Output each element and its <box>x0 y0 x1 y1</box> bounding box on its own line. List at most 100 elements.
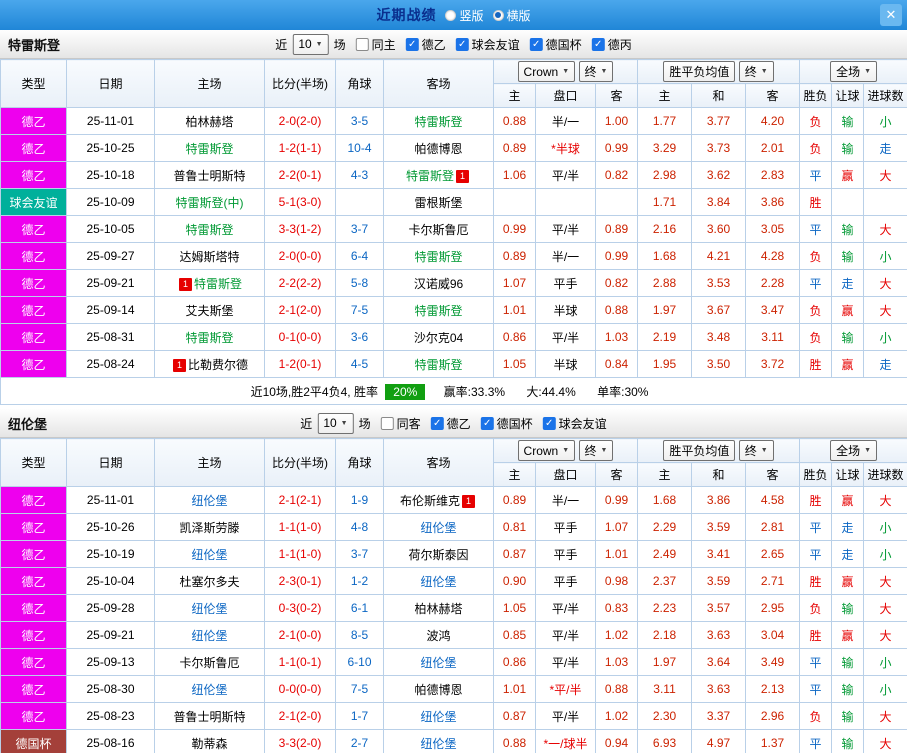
europe-draw-odds: 3.48 <box>691 323 747 351</box>
section-away-team: 纽伦堡 近 10 ▼ 场同客 ✓ 德乙 ✓ 德国杯 ✓ 球会友谊 类型 日期 主场 比分(半场) … <box>0 409 907 753</box>
team-link[interactable]: 特雷斯登 <box>185 223 233 237</box>
filter-checkbox[interactable]: ✓ 德丙 <box>591 36 632 53</box>
games-label: 场 <box>358 416 371 431</box>
fullmatch-select[interactable]: 全场 ▼ <box>830 440 878 461</box>
handicap-result: 输 <box>831 134 865 162</box>
team-link[interactable]: 布伦斯维克 <box>400 494 460 508</box>
team-link[interactable]: 柏林赫塔 <box>185 115 233 129</box>
asia-home-odds: 1.07 <box>493 269 536 297</box>
home-team: 纽伦堡 <box>154 621 265 649</box>
filter-label: 球会友谊 <box>471 37 520 52</box>
match-count-select[interactable]: 10 ▼ <box>317 412 354 434</box>
team-link[interactable]: 纽伦堡 <box>191 683 227 697</box>
win-draw-loss-result: 平 <box>799 648 833 676</box>
odds-company-select[interactable]: Crown ▼ <box>517 440 576 462</box>
team-link[interactable]: 特雷斯登 <box>414 115 462 129</box>
europe-away-odds: 2.95 <box>745 594 801 622</box>
checkbox-checked-icon: ✓ <box>455 37 469 51</box>
goals-over-under-result: 大 <box>863 486 907 514</box>
team-link[interactable]: 特雷斯登 <box>194 277 242 291</box>
match-row: 德乙 25-09-13 卡尔斯鲁厄 1-1(0-1) 6-10 纽伦堡 0.86 平/半 1.0… <box>0 648 907 676</box>
team-link[interactable]: 沙尔克04 <box>414 331 463 345</box>
team-link[interactable]: 普鲁士明斯特 <box>173 169 245 183</box>
match-date: 25-10-26 <box>66 513 155 541</box>
asia-home-odds <box>493 188 536 216</box>
team-link[interactable]: 比勒费尔德 <box>188 358 248 372</box>
team-link[interactable]: 特雷斯登 <box>414 358 462 372</box>
team-link[interactable]: 特雷斯登 <box>406 169 454 183</box>
europe-draw-odds: 3.57 <box>691 594 747 622</box>
layout-radio-horizontal[interactable]: 横版 <box>492 7 531 24</box>
match-count-select[interactable]: 10 ▼ <box>292 33 329 55</box>
filter-checkbox[interactable]: ✓ 德国杯 <box>529 36 582 53</box>
team-link[interactable]: 纽伦堡 <box>420 737 456 751</box>
asia-away-odds: 0.82 <box>594 269 639 297</box>
asia-handicap: 平/半 <box>535 323 596 351</box>
europe-home-odds: 1.97 <box>637 296 693 324</box>
europe-home-odds: 1.68 <box>637 486 693 514</box>
team-link[interactable]: 杜塞尔多夫 <box>179 575 239 589</box>
goals-over-under-result: 大 <box>863 621 907 649</box>
goals-over-under-result: 大 <box>863 702 907 730</box>
filter-checkbox[interactable]: 同客 <box>380 415 421 432</box>
team-link[interactable]: 卡尔斯鲁厄 <box>408 223 468 237</box>
team-link[interactable]: 特雷斯登 <box>414 304 462 318</box>
team-link[interactable]: 特雷斯登 <box>414 250 462 264</box>
home-team: 普鲁士明斯特 <box>154 161 265 189</box>
team-link[interactable]: 柏林赫塔 <box>414 602 462 616</box>
team-link[interactable]: 纽伦堡 <box>191 494 227 508</box>
team-link[interactable]: 达姆斯塔特 <box>179 250 239 264</box>
team-link[interactable]: 纽伦堡 <box>420 710 456 724</box>
europe-away-odds: 2.96 <box>745 702 801 730</box>
team-link[interactable]: 纽伦堡 <box>420 521 456 535</box>
team-link[interactable]: 纽伦堡 <box>191 548 227 562</box>
odds-company-select[interactable]: Crown ▼ <box>517 61 576 83</box>
corner-score: 2-7 <box>335 729 384 753</box>
team-link[interactable]: 特雷斯登 <box>185 331 233 345</box>
asia-handicap: 半球 <box>535 296 596 324</box>
layout-radio-vertical[interactable]: 竖版 <box>445 7 484 24</box>
europe-average-button[interactable]: 胜平负均值 <box>663 440 736 461</box>
close-button[interactable]: ✕ <box>880 4 902 26</box>
team-link[interactable]: 卡尔斯鲁厄 <box>179 656 239 670</box>
team-link[interactable]: 纽伦堡 <box>420 575 456 589</box>
match-row: 德乙 25-08-31 特雷斯登 0-1(0-0) 3-6 沙尔克04 0.86 平/半 1.0… <box>0 323 907 351</box>
asia-final-select[interactable]: 终 ▼ <box>578 439 614 461</box>
team-link[interactable]: 纽伦堡 <box>191 629 227 643</box>
filter-checkbox[interactable]: ✓ 德国杯 <box>480 415 533 432</box>
team-link[interactable]: 雷根斯堡 <box>414 196 462 210</box>
europe-away-odds: 2.13 <box>745 675 801 703</box>
team-link[interactable]: 特雷斯登(中) <box>176 196 244 210</box>
team-link[interactable]: 艾夫斯堡 <box>185 304 233 318</box>
match-row: 德乙 25-10-05 特雷斯登 3-3(1-2) 3-7 卡尔斯鲁厄 0.99 平/半 0.8… <box>0 215 907 243</box>
filter-checkbox[interactable]: 同主 <box>355 36 396 53</box>
filter-checkbox[interactable]: ✓ 德乙 <box>405 36 446 53</box>
team-link[interactable]: 特雷斯登 <box>185 142 233 156</box>
col-handicap-result: 让球 <box>831 83 865 108</box>
fullmatch-select[interactable]: 全场 ▼ <box>830 61 878 82</box>
corner-score: 6-10 <box>335 648 384 676</box>
team-link[interactable]: 纽伦堡 <box>420 656 456 670</box>
col-home: 主场 <box>154 59 265 108</box>
team-link[interactable]: 荷尔斯泰因 <box>408 548 468 562</box>
europe-final-select[interactable]: 终 ▼ <box>738 440 774 461</box>
team-link[interactable]: 凯泽斯劳滕 <box>179 521 239 535</box>
match-date: 25-09-28 <box>66 594 155 622</box>
team-link[interactable]: 帕德博恩 <box>414 683 462 697</box>
team-link[interactable]: 普鲁士明斯特 <box>173 710 245 724</box>
asia-home-odds: 0.87 <box>493 702 536 730</box>
asia-home-odds: 1.06 <box>493 161 536 189</box>
europe-final-select[interactable]: 终 ▼ <box>738 61 774 82</box>
asia-final-select[interactable]: 终 ▼ <box>578 60 614 82</box>
europe-average-button[interactable]: 胜平负均值 <box>663 61 736 82</box>
team-link[interactable]: 波鸿 <box>426 629 450 643</box>
filter-checkbox[interactable]: ✓ 德乙 <box>430 415 471 432</box>
filter-checkbox[interactable]: ✓ 球会友谊 <box>542 415 607 432</box>
match-row: 德国杯 25-08-16 勒蒂森 3-3(2-0) 2-7 纽伦堡 0.88 *一/球半 0.9… <box>0 729 907 753</box>
chevron-down-icon: ▼ <box>864 447 872 454</box>
team-link[interactable]: 勒蒂森 <box>191 737 227 751</box>
team-link[interactable]: 帕德博恩 <box>414 142 462 156</box>
filter-checkbox[interactable]: ✓ 球会友谊 <box>455 36 520 53</box>
team-link[interactable]: 汉诺威96 <box>414 277 463 291</box>
team-link[interactable]: 纽伦堡 <box>191 602 227 616</box>
